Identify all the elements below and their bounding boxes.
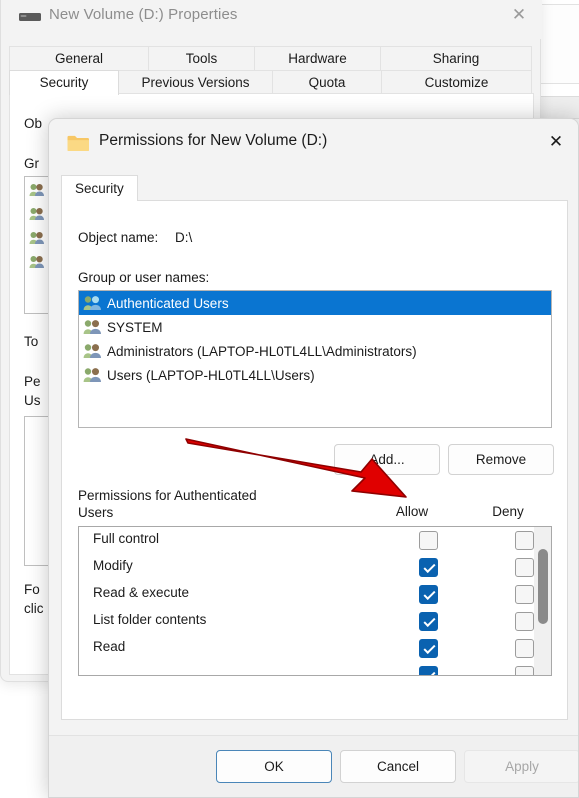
table-row: List folder contents	[79, 608, 551, 635]
background-permissions-label-1: Pe	[24, 374, 41, 389]
tab-customize[interactable]: Customize	[381, 70, 532, 95]
users-icon	[29, 232, 44, 244]
list-item[interactable]: Users (LAPTOP-HL0TL4LL\Users)	[79, 363, 551, 387]
background-footer-label-1: Fo	[24, 582, 40, 597]
users-icon	[83, 368, 101, 382]
ok-button[interactable]: OK	[216, 750, 332, 783]
users-icon	[83, 344, 101, 358]
deny-checkbox[interactable]	[515, 612, 534, 631]
dialog-footer: OK Cancel Apply	[49, 735, 578, 797]
permissions-dialog-title: Permissions for New Volume (D:)	[99, 132, 328, 149]
table-row: Read & execute	[79, 581, 551, 608]
list-item-label: Administrators (LAPTOP-HL0TL4LL\Administ…	[107, 343, 417, 359]
permission-name: List folder contents	[93, 612, 207, 627]
properties-tabrow-2: Security Previous Versions Quota Customi…	[9, 70, 534, 95]
table-row: Modify	[79, 554, 551, 581]
permission-name: Full control	[93, 531, 160, 546]
cancel-button[interactable]: Cancel	[340, 750, 456, 783]
apply-button: Apply	[464, 750, 578, 783]
tab-security[interactable]: Security	[61, 175, 138, 201]
permissions-for-label-line2: Users	[78, 505, 114, 520]
deny-checkbox[interactable]	[515, 666, 534, 675]
group-or-user-names-label: Group or user names:	[78, 270, 210, 285]
users-icon	[29, 184, 44, 196]
table-row: Full control	[79, 527, 551, 554]
allow-checkbox[interactable]	[419, 612, 438, 631]
group-or-user-names-list[interactable]: Authenticated Users SYSTEM Administrator…	[78, 290, 552, 428]
background-object-name-label: Ob	[24, 116, 43, 131]
background-footer-label-2: clic	[24, 601, 44, 616]
tab-general[interactable]: General	[9, 46, 149, 71]
deny-checkbox[interactable]	[515, 585, 534, 604]
list-item[interactable]: Authenticated Users	[79, 291, 551, 315]
object-name-value: D:\	[175, 230, 193, 245]
background-to-change-label: To	[24, 334, 39, 349]
tab-security[interactable]: Security	[9, 70, 119, 95]
scrollbar-thumb[interactable]	[538, 549, 548, 624]
tab-quota[interactable]: Quota	[272, 70, 382, 95]
users-icon	[29, 256, 44, 268]
properties-tabstrip: General Tools Hardware Sharing Security …	[9, 46, 534, 95]
scrollbar-track[interactable]	[534, 527, 551, 675]
properties-tabrow-1: General Tools Hardware Sharing	[9, 46, 534, 71]
tab-hardware[interactable]: Hardware	[254, 46, 381, 71]
permissions-tabstrip: Security	[61, 175, 568, 201]
allow-checkbox[interactable]	[419, 558, 438, 577]
close-icon[interactable]: ✕	[496, 0, 542, 37]
remove-button[interactable]: Remove	[448, 444, 554, 475]
permissions-list[interactable]: Full control Modify Read & execute List …	[78, 526, 552, 676]
allow-checkbox[interactable]	[419, 639, 438, 658]
permissions-for-label-line1: Permissions for Authenticated	[78, 488, 257, 503]
permission-name: Read & execute	[93, 585, 190, 600]
tab-sharing[interactable]: Sharing	[380, 46, 532, 71]
table-row: Read	[79, 635, 551, 662]
permissions-for-label: Permissions for Authenticated Users	[78, 487, 328, 521]
add-button[interactable]: Add...	[334, 444, 440, 475]
background-permissions-label-2: Us	[24, 393, 41, 408]
permission-name: Modify	[93, 558, 133, 573]
properties-titlebar: New Volume (D:) Properties ✕	[1, 0, 542, 39]
allow-checkbox[interactable]	[419, 531, 438, 550]
users-icon	[83, 296, 101, 310]
list-item[interactable]: Administrators (LAPTOP-HL0TL4LL\Administ…	[79, 339, 551, 363]
drive-icon	[19, 13, 41, 21]
list-item[interactable]: SYSTEM	[79, 315, 551, 339]
properties-window-title: New Volume (D:) Properties	[49, 6, 238, 23]
close-icon[interactable]: ✕	[534, 121, 578, 163]
deny-checkbox[interactable]	[515, 558, 534, 577]
tab-previous-versions[interactable]: Previous Versions	[118, 70, 273, 95]
allow-column-header: Allow	[395, 504, 429, 519]
permissions-panel: Object name: D:\ Group or user names: Au…	[61, 200, 568, 720]
list-item-label: Users (LAPTOP-HL0TL4LL\Users)	[107, 367, 315, 383]
screen-root: ▾ New Volume (D:) Properties ✕ General T…	[0, 0, 579, 798]
folder-icon	[67, 135, 89, 151]
table-row-clipped	[79, 662, 551, 675]
list-item-label: Authenticated Users	[107, 295, 229, 311]
deny-checkbox[interactable]	[515, 639, 534, 658]
permissions-dialog: Permissions for New Volume (D:) ✕ Securi…	[48, 118, 579, 798]
users-icon	[83, 320, 101, 334]
users-icon	[29, 208, 44, 220]
allow-checkbox[interactable]	[419, 585, 438, 604]
deny-column-header: Deny	[492, 504, 524, 519]
object-name-label: Object name:	[78, 230, 159, 245]
permission-name: Read	[93, 639, 126, 654]
list-item-label: SYSTEM	[107, 319, 163, 335]
background-group-names-label: Gr	[24, 156, 39, 171]
deny-checkbox[interactable]	[515, 531, 534, 550]
allow-checkbox[interactable]	[419, 666, 438, 675]
permissions-titlebar: Permissions for New Volume (D:) ✕	[49, 119, 578, 167]
tab-tools[interactable]: Tools	[148, 46, 255, 71]
